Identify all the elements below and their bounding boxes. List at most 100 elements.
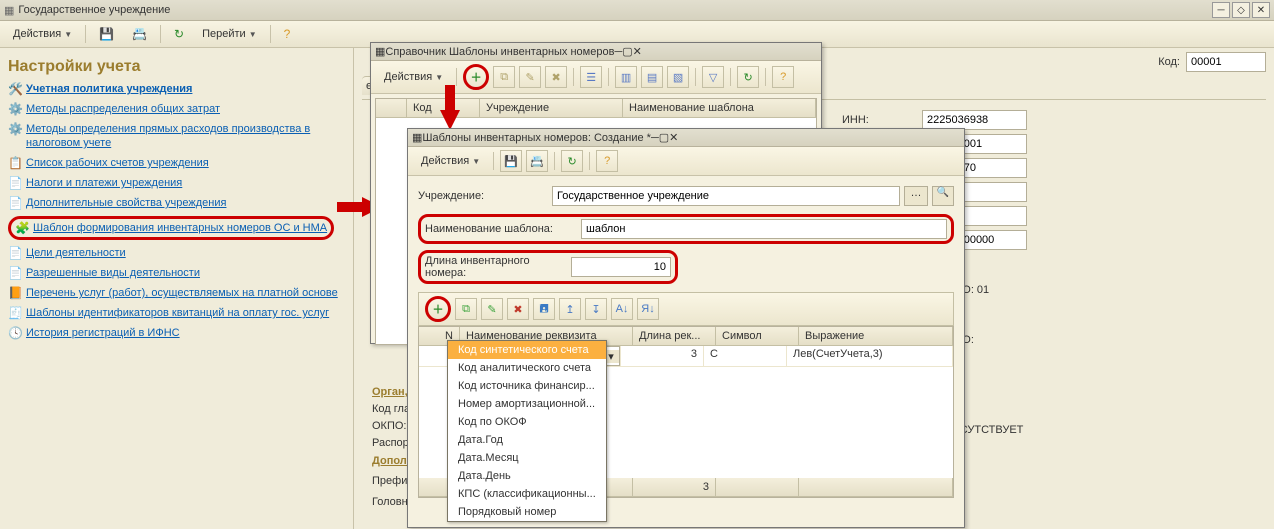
nav-item-2[interactable]: Методы определения прямых расходов произ… <box>26 122 345 150</box>
win2-actions-menu[interactable]: Действия ▼ <box>414 152 487 170</box>
toolbar-help-icon[interactable]: ? <box>277 24 298 44</box>
dlina-input[interactable] <box>571 257 671 277</box>
app-icon: ▦ <box>4 4 14 17</box>
main-window-title: Государственное учреждение <box>18 4 170 16</box>
add-button[interactable]: ＋ <box>463 64 489 90</box>
combo-option-1[interactable]: Код аналитического счета <box>448 359 606 377</box>
filter-off-button[interactable]: ▽ <box>702 66 724 88</box>
uchr-search[interactable]: 🔍 <box>932 186 954 206</box>
win1-title: Справочник Шаблоны инвентарных номеров <box>385 46 614 58</box>
toolbar-refresh-icon[interactable]: ↻ <box>167 24 191 44</box>
requisite-dropdown[interactable]: Код синтетического счета Код аналитическ… <box>447 340 607 522</box>
uchr-input[interactable] <box>552 186 900 206</box>
combo-option-7[interactable]: Дата.День <box>448 467 606 485</box>
refresh-button[interactable]: ↻ <box>561 150 583 172</box>
save-button[interactable]: 💾 <box>500 150 522 172</box>
nav-item-7[interactable]: Цели деятельности <box>26 246 126 260</box>
minimize-button[interactable]: ─ <box>1212 2 1230 18</box>
naim-input[interactable] <box>581 219 947 239</box>
win1-actions-menu[interactable]: Действия ▼ <box>377 68 450 86</box>
col-symbol: Символ <box>716 327 799 345</box>
toolbar-save-icon[interactable]: 💾 <box>92 24 121 44</box>
grid-sortza-button[interactable]: Я↓ <box>637 298 659 320</box>
cell-dlina: 3 <box>621 346 704 366</box>
footer-sum: 3 <box>633 478 716 496</box>
edit-button[interactable]: ✎ <box>519 66 541 88</box>
copy-button[interactable]: ⧉ <box>493 66 515 88</box>
combo-option-4[interactable]: Код по ОКОФ <box>448 413 606 431</box>
nav-item-8[interactable]: Разрешенные виды деятельности <box>26 266 200 280</box>
nav-item-3[interactable]: Список рабочих счетов учреждения <box>26 156 209 170</box>
nav-item-10[interactable]: Шаблоны идентификаторов квитанций на опл… <box>26 306 329 320</box>
delete-button[interactable]: ✖ <box>545 66 567 88</box>
grid-sortaz-button[interactable]: A↓ <box>611 298 633 320</box>
toolbar-book-icon[interactable]: 📇 <box>125 24 154 44</box>
grid-copy-button[interactable]: ⧉ <box>455 298 477 320</box>
combo-option-9[interactable]: Порядковый номер <box>448 503 606 521</box>
filter1-button[interactable]: ▥ <box>615 66 637 88</box>
grid-down-button[interactable]: ↧ <box>585 298 607 320</box>
kod-label: Код: <box>1158 56 1180 68</box>
main-window-titlebar: ▦ Государственное учреждение ─ ◇ ✕ <box>0 0 1274 21</box>
left-panel: Настройки учета 🛠️Учетная политика учреж… <box>0 48 354 529</box>
refresh-button[interactable]: ↻ <box>737 66 759 88</box>
win2-minimize[interactable]: ─ <box>651 132 659 144</box>
actions-menu[interactable]: Действия ▼ <box>6 25 79 43</box>
col-naim: Наименование шаблона <box>623 99 816 117</box>
chevron-down-icon: ▼ <box>249 30 257 39</box>
combo-option-2[interactable]: Код источника финансир... <box>448 377 606 395</box>
template-icon: 🧩 <box>15 221 29 235</box>
window-icon: ▦ <box>412 131 422 144</box>
doc-icon: 📄 <box>8 246 22 260</box>
combo-option-3[interactable]: Номер амортизационной... <box>448 395 606 413</box>
doc-icon: 📄 <box>8 176 22 190</box>
win2-close[interactable]: ✕ <box>669 131 678 144</box>
nav-item-4[interactable]: Налоги и платежи учреждения <box>26 176 182 190</box>
nav-item-6[interactable]: Шаблон формирования инвентарных номеров … <box>33 221 327 235</box>
nav-item-9[interactable]: Перечень услуг (работ), осуществляемых н… <box>26 286 338 300</box>
combo-option-5[interactable]: Дата.Год <box>448 431 606 449</box>
template-name-highlight: Наименование шаблона: <box>418 214 954 244</box>
go-menu[interactable]: Перейти ▼ <box>195 25 264 43</box>
win1-maximize[interactable]: ▢ <box>622 45 632 58</box>
length-highlight: Длина инвентарного номера: <box>418 250 678 284</box>
close-button[interactable]: ✕ <box>1252 2 1270 18</box>
nav-item-5[interactable]: Дополнительные свойства учреждения <box>26 196 226 210</box>
filter3-button[interactable]: ▧ <box>667 66 689 88</box>
combo-option-6[interactable]: Дата.Месяц <box>448 449 606 467</box>
settings-heading: Настройки учета <box>8 58 345 76</box>
win2-toolbar: Действия ▼ 💾 📇 ↻ ? <box>408 147 964 176</box>
combo-option-0[interactable]: Код синтетического счета <box>448 341 606 359</box>
uchr-pick[interactable]: … <box>904 186 928 206</box>
nav-item-1[interactable]: Методы распределения общих затрат <box>26 102 220 116</box>
grid-stop-button[interactable]: 🖪 <box>533 298 555 320</box>
nav-item-0[interactable]: Учетная политика учреждения <box>26 82 192 96</box>
win1-close[interactable]: ✕ <box>633 45 642 58</box>
grid-edit-button[interactable]: ✎ <box>481 298 503 320</box>
win1-minimize[interactable]: ─ <box>614 46 622 58</box>
combo-option-8[interactable]: КПС (классификационны... <box>448 485 606 503</box>
card-button[interactable]: 📇 <box>526 150 548 172</box>
cell-vyr: Лев(СчетУчета,3) <box>787 346 953 366</box>
win2-title: Шаблоны инвентарных номеров: Создание * <box>422 132 651 144</box>
help-button[interactable]: ? <box>596 150 618 172</box>
grid-add-button[interactable]: ＋ <box>425 296 451 322</box>
tree-button[interactable]: ☰ <box>580 66 602 88</box>
nav-highlight-template: 🧩 Шаблон формирования инвентарных номеро… <box>8 216 334 240</box>
maximize-button[interactable]: ◇ <box>1232 2 1250 18</box>
doc-icon: 📄 <box>8 196 22 210</box>
doc-icon: 📙 <box>8 286 22 300</box>
win1-titlebar: ▦ Справочник Шаблоны инвентарных номеров… <box>371 43 821 61</box>
kod-input[interactable] <box>1186 52 1266 72</box>
naim-label: Наименование шаблона: <box>425 223 575 235</box>
gear-icon: ⚙️ <box>8 102 22 116</box>
inn-input[interactable] <box>922 110 1027 130</box>
col-dlina: Длина рек... <box>633 327 716 345</box>
win2-maximize[interactable]: ▢ <box>659 131 669 144</box>
help-button[interactable]: ? <box>772 66 794 88</box>
grid-delete-button[interactable]: ✖ <box>507 298 529 320</box>
win1-toolbar: Действия ▼ ＋ ⧉ ✎ ✖ ☰ ▥ ▤ ▧ ▽ ↻ ? <box>371 61 821 94</box>
filter2-button[interactable]: ▤ <box>641 66 663 88</box>
nav-item-11[interactable]: История регистраций в ИФНС <box>26 326 180 340</box>
grid-up-button[interactable]: ↥ <box>559 298 581 320</box>
